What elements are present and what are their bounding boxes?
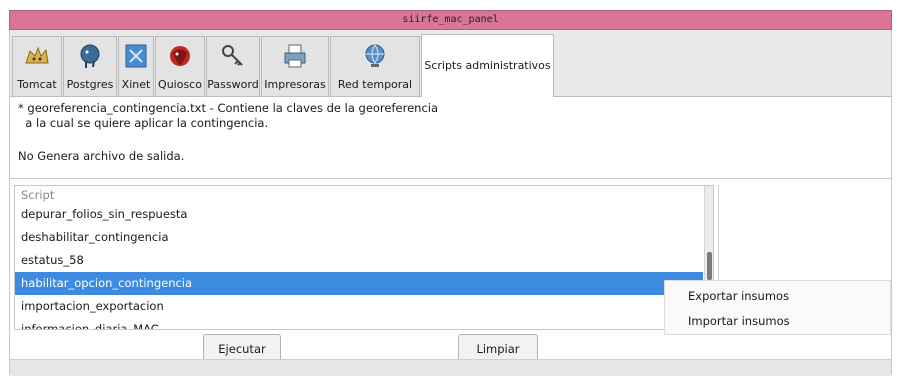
context-menu: Exportar insumos Importar insumos [664,280,891,335]
tab-label: Password [207,78,259,91]
tab-tomcat[interactable]: Tomcat [12,36,62,96]
tab-label: Postgres [66,78,114,91]
tab-red-temporal[interactable]: Red temporal [330,36,420,96]
window-titlebar[interactable]: siirfe_mac_panel [9,10,892,30]
tab-label: Scripts administrativos [424,59,551,72]
postgres-elephant-icon [80,44,100,68]
tab-postgres[interactable]: Postgres [63,36,117,96]
quiosco-icon [170,46,190,66]
tab-label: Quiosco [158,78,202,91]
tab-quiosco[interactable]: Quiosco [155,36,205,96]
tab-label: Impresoras [264,78,326,91]
status-bar [10,359,891,376]
key-icon [222,45,243,66]
list-item[interactable]: deshabilitar_contingencia [15,226,703,249]
description-line-1: * georeferencia_contingencia.txt - Conti… [18,101,439,115]
no-output-note: No Genera archivo de salida. [18,149,185,163]
main-window: Tomcat Postgres Xinet Quiosco Password I… [9,30,892,376]
printer-icon [284,44,306,68]
description-line-2: a la cual se quiere aplicar la contingen… [18,116,269,130]
tab-label: Tomcat [17,78,57,91]
list-item[interactable]: importacion_exportacion [15,295,703,318]
list-item[interactable]: informacion_diaria_MAC [15,318,703,329]
tomcat-icon [25,46,49,64]
xinet-icon [125,44,147,68]
tab-impresoras[interactable]: Impresoras [261,36,329,96]
menu-item-importar-insumos[interactable]: Importar insumos [688,314,790,328]
network-globe-icon [365,44,385,67]
tab-bar: Tomcat Postgres Xinet Quiosco Password I… [10,30,891,97]
list-item-selected[interactable]: habilitar_opcion_contingencia [15,272,703,295]
list-item[interactable]: estatus_58 [15,249,703,272]
scrollbar-thumb[interactable] [707,252,712,280]
window-title: siirfe_mac_panel [402,14,499,25]
tab-xinet[interactable]: Xinet [118,36,154,96]
separator [10,178,891,179]
tab-password[interactable]: Password [206,36,260,96]
menu-item-exportar-insumos[interactable]: Exportar insumos [688,289,789,303]
tab-label: Xinet [121,78,151,91]
tab-scripts-administrativos[interactable]: Scripts administrativos [421,34,554,97]
tab-content: * georeferencia_contingencia.txt - Conti… [10,97,891,376]
script-list-header: Script [21,188,55,202]
script-list[interactable]: Script depurar_folios_sin_respuesta desh… [14,185,714,330]
tab-label: Red temporal [337,78,413,91]
list-item[interactable]: depurar_folios_sin_respuesta [15,203,703,226]
